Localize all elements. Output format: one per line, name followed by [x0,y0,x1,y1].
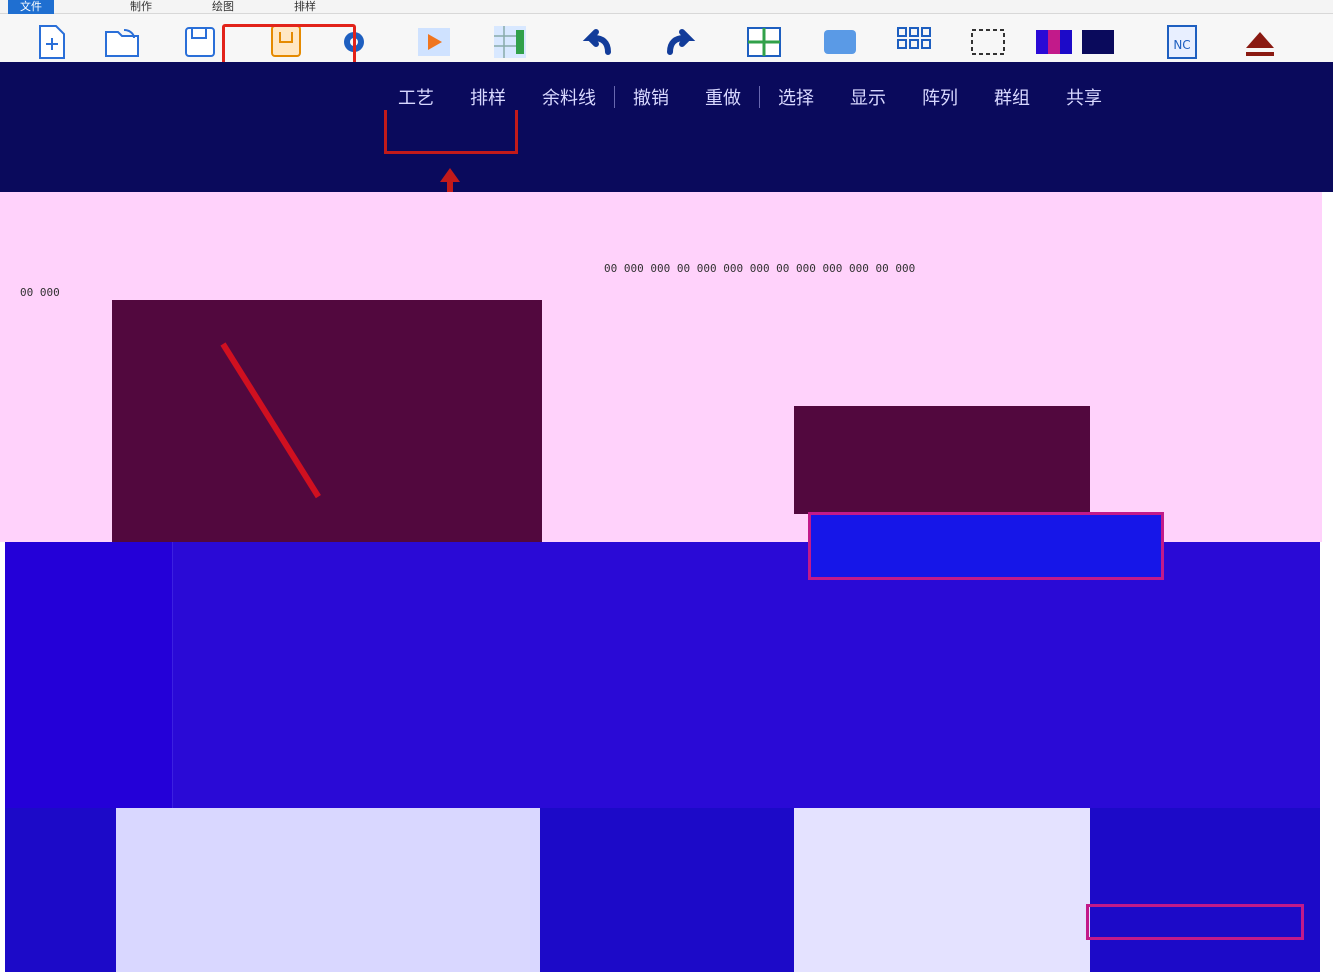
bottom-selection-box [1086,904,1304,940]
run-icon[interactable] [410,20,458,64]
menu-display[interactable]: 显示 [832,84,904,110]
menu-share[interactable]: 共享 [1048,84,1120,110]
part-shape-left[interactable] [112,300,542,542]
undo-icon[interactable] [576,20,624,64]
ruler-scale: 00 000 000 00 000 000 000 00 000 000 000… [604,262,916,275]
nc-label: NC [1173,38,1190,52]
menu-group[interactable]: 群组 [976,84,1048,110]
command-menu: 工艺 排样 余料线 撤销 重做 选择 显示 阵列 群组 共享 [380,84,1120,110]
redo-icon[interactable] [654,20,702,64]
save-icon[interactable] [176,20,224,64]
menu-array[interactable]: 阵列 [904,84,976,110]
menu-remnant-line[interactable]: 余料线 [524,84,614,110]
ruler-scale-left: 00 000 [20,286,60,299]
window-icon[interactable] [740,20,788,64]
menu-callout-box [384,110,518,154]
menu-band [0,62,1333,192]
menu-craft[interactable]: 工艺 [380,84,452,110]
tab-draw[interactable]: 绘图 [200,0,246,14]
menu-nest[interactable]: 排样 [452,84,524,110]
property-panel [5,542,1320,810]
bottom-list-area[interactable] [116,808,540,972]
menu-redo[interactable]: 重做 [687,84,759,110]
ribbon-toolbar: NC [0,14,1333,62]
tab-file[interactable]: 文件 [8,0,54,14]
new-file-icon[interactable] [28,20,76,64]
nc-file-icon[interactable]: NC [1158,20,1206,64]
panel-icon[interactable] [816,20,864,64]
part-shape-right[interactable] [794,406,1090,514]
selection-icon[interactable] [964,20,1012,64]
grid-layout-icon[interactable] [486,20,534,64]
bottom-detail-area[interactable] [794,808,1090,972]
tab-strip: 文件 制作 绘图 排样 [0,0,1333,14]
dark-block-icon[interactable] [1074,20,1122,64]
eject-icon[interactable] [1236,20,1284,64]
property-sidebar [5,542,173,810]
array-icon[interactable] [890,20,938,64]
tab-make[interactable]: 制作 [118,0,164,14]
menu-undo[interactable]: 撤销 [615,84,687,110]
open-folder-icon[interactable] [98,20,146,64]
menu-select[interactable]: 选择 [760,84,832,110]
tab-nest[interactable]: 排样 [282,0,328,14]
color-block-icon[interactable] [1030,20,1078,64]
property-selection-box[interactable] [808,512,1164,580]
